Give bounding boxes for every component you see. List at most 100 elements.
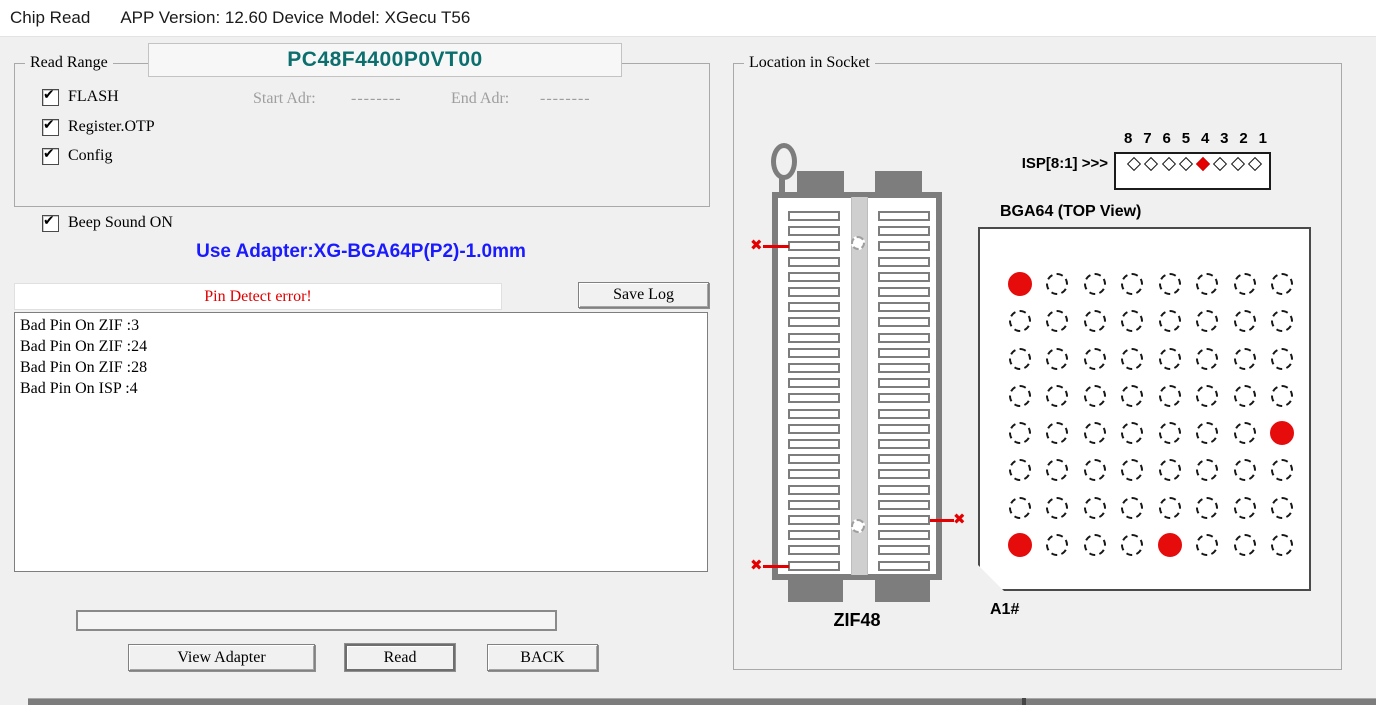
isp-pin-number-4: 4: [1201, 130, 1209, 147]
bga-ball-r4c3: [1084, 385, 1106, 407]
bga-ball-r8c3: [1084, 534, 1106, 556]
zif-slot-right-19: [878, 485, 930, 495]
bga-ball-r5c1: [1009, 422, 1031, 444]
bga-ball-r7c2: [1046, 497, 1068, 519]
chip-name-panel: PC48F4400P0VT00: [148, 43, 622, 77]
bga-title: BGA64 (TOP View): [1000, 203, 1141, 221]
bga-ball-r1c7: [1234, 273, 1256, 295]
bga-ball-r2c4: [1121, 310, 1143, 332]
isp-pin-indicator-5: [1179, 157, 1193, 171]
view-adapter-button[interactable]: View Adapter: [128, 644, 315, 671]
pin-detect-error-bar: Pin Detect error!: [14, 283, 502, 310]
zif-slot-right-4: [878, 257, 930, 267]
bga-ball-r6c2: [1046, 459, 1068, 481]
checkbox-register-otp-row: ✔ Register.OTP: [42, 118, 155, 136]
zif-slot-left-19: [788, 485, 840, 495]
bga-ball-r6c7: [1234, 459, 1256, 481]
bga-ball-r1c8: [1271, 273, 1293, 295]
bga-ball-r2c7: [1234, 310, 1256, 332]
log-area[interactable]: Bad Pin On ZIF :3Bad Pin On ZIF :24Bad P…: [14, 312, 708, 572]
zif-tab-top-right: [875, 171, 922, 193]
zif-slot-left-7: [788, 302, 840, 312]
a1-corner-label: A1#: [990, 601, 1019, 619]
zif-tab-bottom-left: [788, 580, 843, 602]
log-line-2: Bad Pin On ZIF :24: [20, 336, 702, 357]
save-log-button[interactable]: Save Log: [578, 282, 709, 308]
start-adr-value: --------: [351, 90, 402, 108]
bga-ball-r6c1: [1009, 459, 1031, 481]
bga-ball-r8c7: [1234, 534, 1256, 556]
zif-notch-bottom: [851, 519, 865, 533]
zif-slot-right-6: [878, 287, 930, 297]
bga-ball-r7c3: [1084, 497, 1106, 519]
zif-slot-left-15: [788, 424, 840, 434]
bga-ball-r5c2: [1046, 422, 1068, 444]
bga-ball-r4c2: [1046, 385, 1068, 407]
zif-slot-right-17: [878, 454, 930, 464]
zif-slot-left-3: [788, 241, 840, 251]
zif-slot-right-16: [878, 439, 930, 449]
checkbox-config[interactable]: ✔: [42, 148, 59, 165]
checkbox-beep-sound[interactable]: ✔: [42, 215, 59, 232]
zif-slot-right-10: [878, 348, 930, 358]
zif-slot-right-20: [878, 500, 930, 510]
checkbox-flash[interactable]: ✔: [42, 89, 59, 106]
bad-pin-line-zif-24: [763, 565, 789, 568]
bga-ball-r4c6: [1196, 385, 1218, 407]
checkbox-register-otp[interactable]: ✔: [42, 119, 59, 136]
checkbox-flash-checkmark: ✔: [43, 87, 55, 103]
pin-detect-error-text: Pin Detect error!: [204, 288, 312, 305]
checkbox-beep-sound-checkmark: ✔: [43, 213, 55, 229]
bga-ball-r2c6: [1196, 310, 1218, 332]
zif-slot-right-18: [878, 469, 930, 479]
end-adr-label: End Adr:: [451, 90, 509, 108]
zif-slot-left-22: [788, 530, 840, 540]
isp-pin-number-7: 7: [1143, 130, 1151, 147]
bga-ball-r6c3: [1084, 459, 1106, 481]
zif-slot-left-11: [788, 363, 840, 373]
zif-slot-left-9: [788, 333, 840, 343]
bga-ball-r7c5: [1159, 497, 1181, 519]
checkbox-config-label: Config: [68, 147, 112, 165]
bga-ball-r4c7: [1234, 385, 1256, 407]
isp-pin-number-8: 8: [1124, 130, 1132, 147]
bga-ball-r3c2: [1046, 348, 1068, 370]
zif-slot-left-10: [788, 348, 840, 358]
bad-pin-x-icon-zif-24: ✖: [750, 558, 763, 572]
bga-ball-r1c4: [1121, 273, 1143, 295]
bga-ball-r3c1: [1009, 348, 1031, 370]
checkbox-config-row: ✔ Config: [42, 147, 112, 165]
zif-slot-right-14: [878, 409, 930, 419]
bga-ball-r2c5: [1159, 310, 1181, 332]
checkbox-beep-sound-label: Beep Sound ON: [68, 214, 173, 232]
log-line-1: Bad Pin On ZIF :3: [20, 315, 702, 336]
window-title: Chip Read: [10, 8, 90, 28]
checkbox-register-otp-checkmark: ✔: [43, 117, 55, 133]
bga-ball-r6c6: [1196, 459, 1218, 481]
zif-slot-left-5: [788, 272, 840, 282]
isp-pin-numbers: 87654321: [1124, 130, 1267, 147]
read-button[interactable]: Read: [345, 644, 455, 671]
bga-ball-r5c8-bad: [1270, 421, 1294, 445]
isp-pin-number-6: 6: [1162, 130, 1170, 147]
zif-slot-right-21: [878, 515, 930, 525]
zif-slot-left-13: [788, 393, 840, 403]
back-button[interactable]: BACK: [487, 644, 598, 671]
isp-pin-indicator-7: [1144, 157, 1158, 171]
bad-pin-x-icon-zif-28: ✖: [953, 512, 966, 526]
zif-slot-right-3: [878, 241, 930, 251]
checkbox-register-otp-label: Register.OTP: [68, 118, 155, 136]
start-adr-label: Start Adr:: [253, 90, 316, 108]
app-version-info: APP Version: 12.60 Device Model: XGecu T…: [120, 8, 470, 28]
bga-ball-r4c1: [1009, 385, 1031, 407]
isp-pin-number-1: 1: [1259, 130, 1267, 147]
zif-slot-left-18: [788, 469, 840, 479]
bga-ball-r2c8: [1271, 310, 1293, 332]
zif-slot-right-8: [878, 317, 930, 327]
bad-pin-line-zif-28: [930, 519, 954, 522]
adapter-notice: Use Adapter:XG-BGA64P(P2)-1.0mm: [14, 241, 708, 263]
zif-slot-right-9: [878, 333, 930, 343]
checkbox-flash-row: ✔FLASH: [42, 88, 119, 106]
end-adr-value: --------: [540, 90, 591, 108]
zif-slot-right-11: [878, 363, 930, 373]
